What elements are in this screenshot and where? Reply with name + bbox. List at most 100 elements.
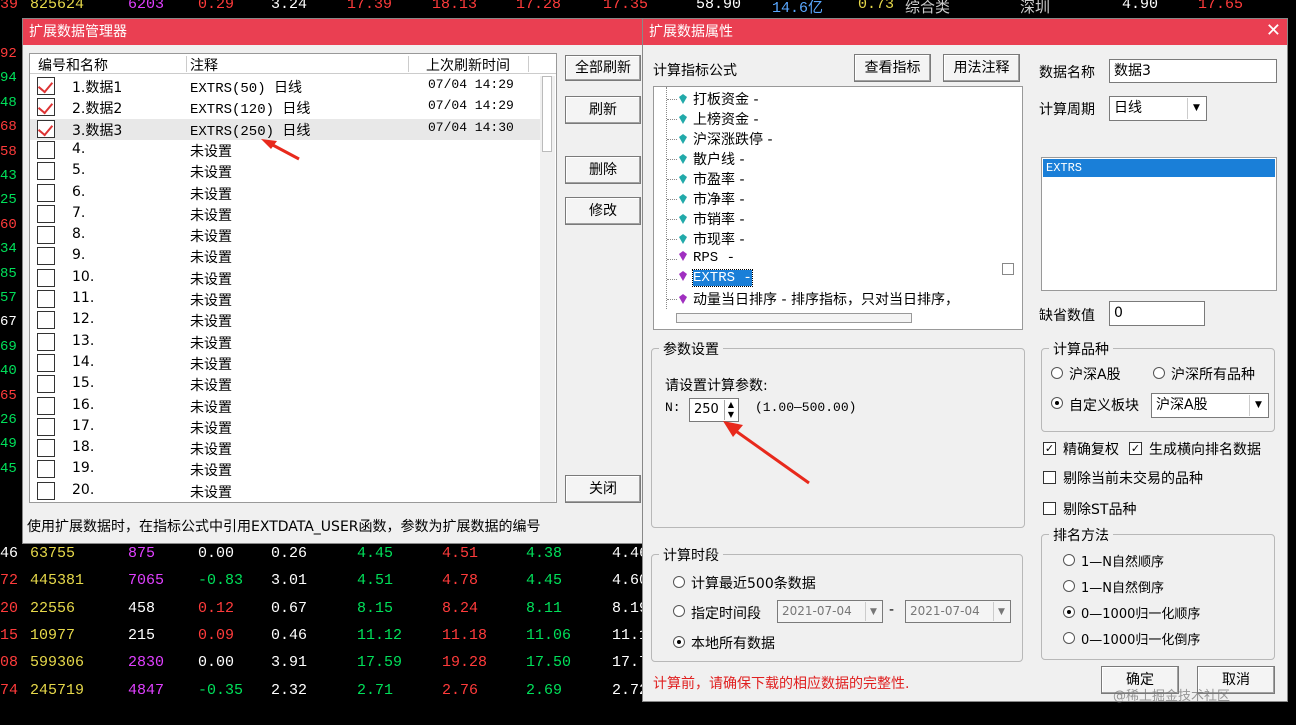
table-cell: -0.35 — [198, 681, 244, 699]
indicator-list[interactable]: EXTRS — [1041, 157, 1277, 291]
list-item[interactable]: 2.数据2 EXTRS(120) 日线 07/04 14:29 — [30, 97, 540, 118]
date-from-input[interactable]: 2021-07-04 ▼ — [777, 600, 883, 623]
list-item[interactable]: 10. 未设置 — [30, 268, 540, 289]
formula-tree[interactable]: 打板资金 - 上榜资金 - 沪深涨跌停 - 散户线 - 市盈率 - 市净率 - 市销率 - 市… — [653, 86, 1023, 330]
cell: 0.73 — [858, 0, 895, 13]
list-item[interactable]: 16. 未设置 — [30, 396, 540, 417]
row-checkbox[interactable] — [37, 311, 55, 330]
row-name: 15. — [72, 375, 95, 392]
refresh-all-button[interactable]: 全部刷新 — [565, 55, 641, 81]
row-checkbox[interactable] — [37, 247, 55, 266]
horizontal-scrollbar[interactable] — [676, 313, 912, 323]
row-checkbox[interactable] — [37, 183, 55, 202]
row-checkbox[interactable] — [37, 140, 55, 159]
custom-block-select[interactable]: 沪深A股 ▼ — [1151, 393, 1269, 418]
row-checkbox[interactable] — [37, 77, 55, 95]
chevron-down-icon[interactable]: ▼ — [1249, 395, 1267, 416]
row-checkbox[interactable] — [37, 290, 55, 308]
formula-icon — [679, 251, 687, 261]
list-scrollbar[interactable] — [540, 76, 555, 502]
row-checkbox[interactable] — [37, 353, 55, 372]
table-cell: 20 — [0, 599, 19, 617]
row-checkbox[interactable] — [37, 162, 55, 181]
list-item[interactable]: 11. 未设置 — [30, 289, 540, 310]
list-item[interactable]: 20. 未设置 — [30, 481, 540, 502]
modify-button[interactable]: 修改 — [565, 197, 641, 225]
generate-rank-checkbox[interactable]: ✓ — [1129, 442, 1142, 455]
row-checkbox[interactable] — [37, 439, 55, 458]
close-button[interactable]: 关闭 — [565, 475, 641, 503]
usage-notes-button[interactable]: 用法注释 — [943, 54, 1020, 82]
tree-item[interactable]: 市现率 - — [667, 229, 745, 249]
radio-range[interactable] — [673, 605, 685, 617]
row-checkbox[interactable] — [37, 332, 55, 351]
annotation-arrow — [261, 139, 300, 161]
tree-item[interactable]: 上榜资金 - — [667, 109, 759, 129]
chevron-down-icon[interactable]: ▼ — [993, 602, 1009, 621]
list-item[interactable]: 1.数据1 EXTRS(50) 日线 07/04 14:29 — [30, 76, 540, 97]
refresh-button[interactable]: 刷新 — [565, 96, 641, 124]
view-indicator-button[interactable]: 查看指标 — [854, 54, 931, 82]
tree-item[interactable]: 散户线 - — [667, 149, 745, 169]
data-name-input[interactable]: 数据3 — [1109, 59, 1277, 83]
row-code: 69 — [0, 338, 17, 355]
row-checkbox[interactable] — [37, 98, 55, 117]
table-cell: 22556 — [30, 599, 76, 617]
radio-custom-block[interactable] — [1051, 397, 1063, 409]
row-checkbox[interactable] — [37, 204, 55, 223]
chevron-down-icon[interactable]: ▼ — [865, 602, 881, 621]
list-item[interactable]: 15. 未设置 — [30, 374, 540, 395]
list-item[interactable]: 7. 未设置 — [30, 204, 540, 225]
row-checkbox[interactable] — [37, 375, 55, 394]
row-checkbox[interactable] — [37, 481, 55, 500]
row-checkbox[interactable] — [37, 119, 55, 138]
table-cell: 2830 — [128, 654, 165, 672]
close-icon[interactable]: ✕ — [1266, 19, 1281, 45]
tree-item[interactable]: 沪深涨跌停 - — [667, 129, 773, 149]
row-checkbox[interactable] — [37, 417, 55, 436]
row-checkbox[interactable] — [37, 268, 55, 287]
col-header-name[interactable]: 编号和名称 — [38, 55, 108, 75]
list-item[interactable]: 8. 未设置 — [30, 225, 540, 246]
col-header-note[interactable]: 注释 — [190, 55, 218, 75]
tree-item[interactable]: 市盈率 - — [667, 169, 745, 189]
default-value-input[interactable]: 0 — [1109, 301, 1205, 326]
chevron-down-icon[interactable]: ▼ — [1187, 98, 1205, 119]
exclude-untraded-checkbox[interactable] — [1043, 471, 1056, 484]
tree-item[interactable]: 打板资金 - — [667, 89, 759, 109]
radio-rank-3[interactable] — [1063, 606, 1075, 618]
list-item[interactable]: 6. 未设置 — [30, 183, 540, 204]
tree-item[interactable]: 市净率 - — [667, 189, 745, 209]
row-checkbox[interactable] — [37, 226, 55, 245]
delete-button[interactable]: 删除 — [565, 156, 641, 184]
tree-connector — [667, 199, 677, 200]
radio-rank-2[interactable] — [1063, 580, 1075, 592]
list-item[interactable]: 14. 未设置 — [30, 353, 540, 374]
exclude-st-checkbox[interactable] — [1043, 502, 1056, 515]
radio-rank-4[interactable] — [1063, 632, 1075, 644]
tree-item[interactable]: EXTRS - — [667, 269, 753, 289]
radio-a-shares[interactable] — [1051, 367, 1063, 379]
list-item[interactable]: 9. 未设置 — [30, 246, 540, 267]
list-item[interactable]: 13. 未设置 — [30, 332, 540, 353]
date-to-input[interactable]: 2021-07-04 ▼ — [905, 600, 1011, 623]
list-item[interactable]: 17. 未设置 — [30, 417, 540, 438]
list-item-selected[interactable]: EXTRS — [1043, 159, 1275, 177]
tree-item[interactable]: RPS - — [667, 249, 735, 269]
radio-rank-1[interactable] — [1063, 554, 1075, 566]
scrollbar-thumb[interactable] — [542, 76, 552, 152]
tree-item[interactable]: 市销率 - — [667, 209, 745, 229]
data-list[interactable]: 编号和名称 注释 上次刷新时间 1.数据1 EXTRS(50) 日线 07/04 1… — [29, 53, 557, 503]
list-item[interactable]: 12. 未设置 — [30, 310, 540, 331]
row-checkbox[interactable] — [37, 396, 55, 415]
list-item[interactable]: 18. 未设置 — [30, 438, 540, 459]
period-select[interactable]: 日线 ▼ — [1109, 96, 1207, 121]
radio-all[interactable] — [673, 636, 685, 648]
precise-restore-checkbox[interactable]: ✓ — [1043, 442, 1056, 455]
radio-all-varieties[interactable] — [1153, 367, 1165, 379]
list-item[interactable]: 19. 未设置 — [30, 459, 540, 480]
row-checkbox[interactable] — [37, 460, 55, 479]
tree-item[interactable]: 动量当日排序 - 排序指标，只对当日排序， — [667, 289, 959, 309]
radio-recent[interactable] — [673, 576, 685, 588]
col-header-time[interactable]: 上次刷新时间 — [426, 55, 510, 75]
